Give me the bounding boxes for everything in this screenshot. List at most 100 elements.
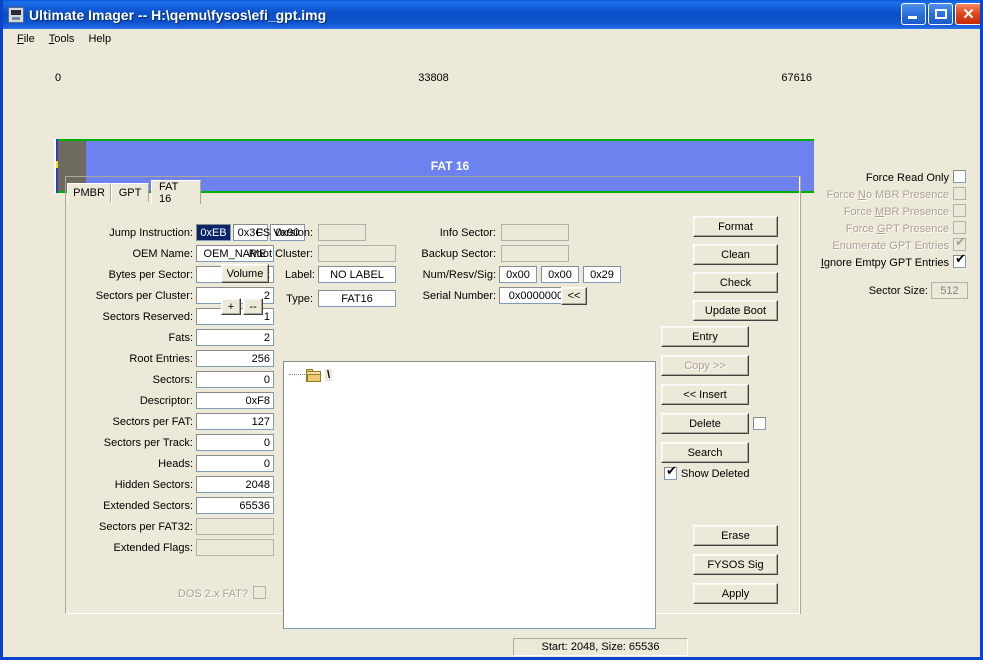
label-backup-sector: Backup Sector: <box>421 248 496 260</box>
label-volume-label: Label: <box>285 269 315 281</box>
field-hidden-sectors[interactable]: 2048 <box>196 476 274 493</box>
label-force-no-mbr-presence: Force No MBR Presence <box>826 189 949 201</box>
tree-item-root[interactable]: \ <box>289 367 333 383</box>
label-sectors-per-fat32: Sectors per FAT32: <box>99 521 193 533</box>
tab-strip: PMBR GPT FAT 16 <box>67 180 797 205</box>
field-sectors[interactable]: 0 <box>196 371 274 388</box>
ignore-empty-gpt-entries-checkbox[interactable]: ✔ <box>953 252 966 268</box>
label-extended-flags: Extended Flags: <box>113 542 194 554</box>
label-ignore-empty-gpt-entries: Ignore Emtpy GPT Entries <box>820 257 949 269</box>
maximize-button[interactable] <box>928 3 953 25</box>
menu-item-tools[interactable]: Tools <box>42 31 82 47</box>
tab-pmbr[interactable]: PMBR <box>67 183 111 202</box>
label-num-resv-sig: Num/Resv/Sig: <box>422 269 496 281</box>
force-read-only-checkbox[interactable] <box>953 170 966 183</box>
tree-line <box>289 374 305 376</box>
ruler-tick-end: 67616 <box>781 72 812 84</box>
update-boot-button[interactable]: Update Boot <box>693 300 778 321</box>
ruler-tick-start: 0 <box>55 72 62 84</box>
label-force-read-only: Force Read Only <box>865 172 949 184</box>
clean-button[interactable]: Clean <box>693 244 778 265</box>
menu-item-file[interactable]: FFileile <box>10 31 42 47</box>
label-force-gpt-presence: Force GPT Presence <box>845 223 949 235</box>
check-glyph: ✔ <box>955 235 966 250</box>
minimize-icon <box>908 16 917 19</box>
field-extended-flags <box>196 539 274 556</box>
field-backup-sector <box>501 245 569 262</box>
label-jump-instruction: Jump Instruction: <box>109 227 193 239</box>
minimize-button[interactable] <box>901 3 926 25</box>
check-glyph: ✔ <box>666 464 677 479</box>
label-enumerate-gpt-entries: Enumerate GPT Entries <box>832 240 949 252</box>
label-sector-size: Sector Size: <box>868 285 928 297</box>
erase-button[interactable]: Erase <box>693 525 778 546</box>
checkbox-dos2x-fat <box>253 586 266 599</box>
copy-button: Copy >> <box>661 355 749 376</box>
field-sig[interactable]: 0x29 <box>583 266 621 283</box>
field-root-cluster <box>318 245 396 262</box>
close-icon: ✕ <box>962 5 975 23</box>
app-icon <box>8 6 24 23</box>
label-descriptor: Descriptor: <box>139 395 193 407</box>
field-extended-sectors[interactable]: 65536 <box>196 497 274 514</box>
serial-shift-button[interactable]: << <box>561 287 587 305</box>
volume-button[interactable]: Volume <box>221 264 269 283</box>
field-volume-label[interactable]: NO LABEL <box>318 266 396 283</box>
field-heads[interactable]: 0 <box>196 455 274 472</box>
partition-ruler: 0 33808 67616 <box>55 72 812 86</box>
tree-item-label: \ <box>325 369 333 381</box>
format-button[interactable]: Format <box>693 216 778 237</box>
apply-button[interactable]: Apply <box>693 583 778 604</box>
field-sectors-per-track[interactable]: 0 <box>196 434 274 451</box>
label-root-cluster: Root Cluster: <box>248 248 313 260</box>
directory-tree[interactable]: \ <box>283 361 656 629</box>
field-sectors-per-fat[interactable]: 127 <box>196 413 274 430</box>
close-button[interactable]: ✕ <box>955 3 980 25</box>
fysos-sig-button[interactable]: FYSOS Sig <box>693 554 778 575</box>
label-sectors-per-cluster: Sectors per Cluster: <box>95 290 193 302</box>
delete-button[interactable]: Delete <box>661 413 749 434</box>
ruler-tick-middle: 33808 <box>418 72 449 84</box>
field-type[interactable]: FAT16 <box>318 290 396 307</box>
label-sectors-per-fat: Sectors per FAT: <box>112 416 194 428</box>
menu-item-help[interactable]: Help <box>81 31 118 47</box>
label-extended-sectors: Extended Sectors: <box>103 500 193 512</box>
field-num[interactable]: 0x00 <box>499 266 537 283</box>
remove-entry-button[interactable]: -- <box>243 298 263 315</box>
field-resv[interactable]: 0x00 <box>541 266 579 283</box>
field-sectors-per-fat32 <box>196 518 274 535</box>
insert-button[interactable]: << Insert <box>661 384 749 405</box>
label-sectors: Sectors: <box>152 374 193 386</box>
check-button[interactable]: Check <box>693 272 778 293</box>
entry-button[interactable]: Entry <box>661 326 749 347</box>
field-fats[interactable]: 2 <box>196 329 274 346</box>
show-deleted-checkbox[interactable]: ✔ <box>664 464 677 480</box>
title-bar: Ultimate Imager -- H:\qemu\fysos\efi_gpt… <box>3 0 980 29</box>
application-window: Ultimate Imager -- H:\qemu\fysos\efi_gpt… <box>0 0 983 660</box>
force-no-mbr-presence-checkbox <box>953 187 966 200</box>
field-fs-version <box>318 224 366 241</box>
field-root-entries[interactable]: 256 <box>196 350 274 367</box>
delete-confirm-checkbox[interactable] <box>753 417 766 430</box>
client-area: 0 33808 67616 FAT 16 PMBR GPT FAT 16 Jum… <box>3 48 980 656</box>
tab-fat16[interactable]: FAT 16 <box>151 180 201 205</box>
force-gpt-presence-checkbox <box>953 221 966 234</box>
enumerate-gpt-entries-checkbox: ✔ <box>953 235 966 251</box>
label-show-deleted: Show Deleted <box>681 468 750 480</box>
check-glyph: ✔ <box>955 252 966 267</box>
field-jump-instruction-0[interactable]: 0xEB <box>196 224 231 241</box>
label-root-entries: Root Entries: <box>129 353 193 365</box>
label-oem-name: OEM Name: <box>132 248 193 260</box>
maximize-icon <box>935 9 947 19</box>
label-serial-number: Serial Number: <box>422 290 496 302</box>
menu-bar: FFileile Tools Help <box>3 29 980 48</box>
force-mbr-presence-checkbox <box>953 204 966 217</box>
field-sector-size: 512 <box>931 282 968 299</box>
search-button[interactable]: Search <box>661 442 749 463</box>
label-hidden-sectors: Hidden Sectors: <box>114 479 193 491</box>
tab-gpt[interactable]: GPT <box>111 183 149 202</box>
add-entry-button[interactable]: + <box>221 298 241 315</box>
folder-icon <box>306 368 322 382</box>
label-sectors-per-track: Sectors per Track: <box>103 437 193 449</box>
field-descriptor[interactable]: 0xF8 <box>196 392 274 409</box>
